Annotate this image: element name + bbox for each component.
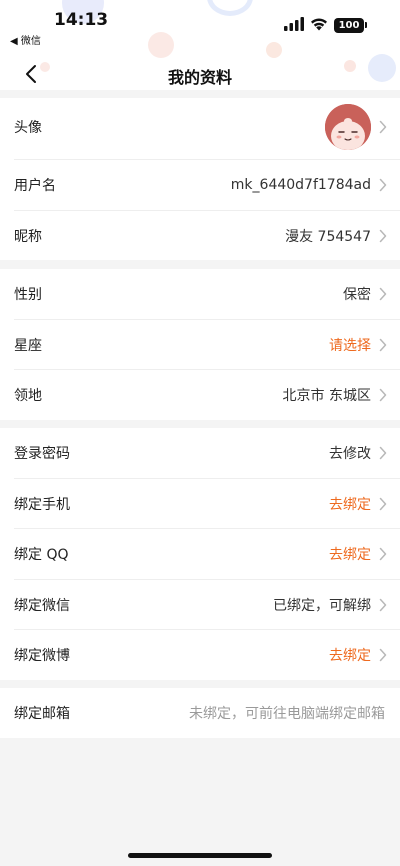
bind-wechat-row[interactable]: 绑定微信 已绑定，可解绑 — [0, 580, 400, 630]
row-label: 昵称 — [14, 229, 42, 245]
email-section: 绑定邮箱 未绑定，可前往电脑端绑定邮箱 — [0, 688, 400, 738]
battery-icon: 100 — [334, 18, 364, 33]
wifi-icon — [311, 18, 327, 31]
page-title: 我的资料 — [167, 68, 232, 87]
row-label: 绑定 QQ — [14, 547, 69, 563]
bind-wechat-value: 已绑定，可解绑 — [273, 598, 371, 614]
chevron-right-icon — [379, 120, 387, 134]
row-label: 性别 — [14, 287, 42, 303]
row-label: 登录密码 — [14, 446, 70, 462]
row-label: 领地 — [14, 388, 42, 404]
region-row[interactable]: 领地 北京市 东城区 — [0, 370, 400, 420]
bind-email-value: 未绑定，可前往电脑端绑定邮箱 — [189, 706, 385, 722]
profile-section-basic: 头像 用户名 mk_6440d7f1784ad 昵称 漫友 754547 — [0, 98, 400, 260]
bind-qq-row[interactable]: 绑定 QQ 去绑定 — [0, 529, 400, 579]
profile-section-personal: 性别 保密 星座 请选择 领地 北京市 东城区 — [0, 269, 400, 420]
row-label: 头像 — [14, 120, 42, 136]
bind-email-row: 绑定邮箱 未绑定，可前往电脑端绑定邮箱 — [0, 688, 400, 738]
row-label: 绑定微博 — [14, 648, 70, 664]
chevron-right-icon — [379, 446, 387, 460]
row-label: 绑定微信 — [14, 598, 70, 614]
bind-phone-row[interactable]: 绑定手机 去绑定 — [0, 479, 400, 529]
region-value: 北京市 东城区 — [282, 388, 371, 404]
chevron-right-icon — [379, 547, 387, 561]
chevron-right-icon — [379, 229, 387, 243]
chevron-right-icon — [379, 648, 387, 662]
chevron-right-icon — [379, 338, 387, 352]
avatar-image-icon — [325, 104, 371, 150]
nav-bar: 我的资料 — [0, 58, 400, 90]
bind-qq-value: 去绑定 — [329, 547, 371, 563]
password-value: 去修改 — [329, 446, 371, 462]
nickname-row[interactable]: 昵称 漫友 754547 — [0, 211, 400, 261]
bind-weibo-value: 去绑定 — [329, 648, 371, 664]
home-indicator — [128, 853, 272, 858]
chevron-right-icon — [379, 388, 387, 402]
status-bar: 14:13 ◀ 微信 100 — [0, 0, 400, 50]
row-label: 绑定手机 — [14, 497, 70, 513]
cellular-signal-icon — [284, 17, 304, 31]
avatar-row[interactable]: 头像 — [0, 98, 400, 156]
row-label: 星座 — [14, 338, 42, 354]
chevron-right-icon — [379, 178, 387, 192]
bind-phone-value: 去绑定 — [329, 497, 371, 513]
row-label: 绑定邮箱 — [14, 706, 70, 722]
gender-row[interactable]: 性别 保密 — [0, 269, 400, 319]
zodiac-row[interactable]: 星座 请选择 — [0, 320, 400, 370]
back-to-app-link[interactable]: ◀ 微信 — [10, 32, 41, 47]
nickname-value: 漫友 754547 — [285, 229, 371, 245]
username-value: mk_6440d7f1784ad — [230, 177, 371, 193]
username-row[interactable]: 用户名 mk_6440d7f1784ad — [0, 160, 400, 210]
row-label: 用户名 — [14, 178, 56, 194]
chevron-right-icon — [379, 287, 387, 301]
account-binding-section: 登录密码 去修改 绑定手机 去绑定 绑定 QQ 去绑定 绑定微信 已绑定，可解绑… — [0, 428, 400, 680]
zodiac-value: 请选择 — [329, 338, 371, 354]
avatar[interactable] — [325, 104, 371, 150]
gender-value: 保密 — [343, 287, 371, 303]
battery-tip — [365, 22, 367, 28]
password-row[interactable]: 登录密码 去修改 — [0, 428, 400, 478]
status-time: 14:13 — [54, 10, 109, 30]
bind-weibo-row[interactable]: 绑定微博 去绑定 — [0, 630, 400, 680]
chevron-right-icon — [379, 497, 387, 511]
chevron-right-icon — [379, 598, 387, 612]
